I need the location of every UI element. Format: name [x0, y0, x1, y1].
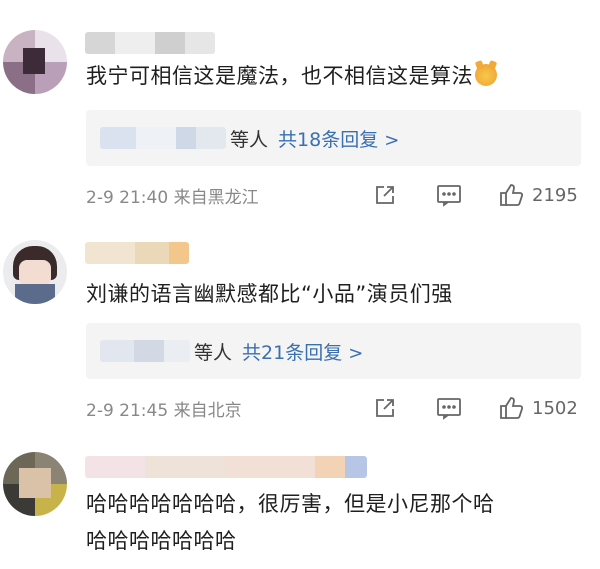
doge-emoji-icon [475, 64, 497, 86]
avatar[interactable] [3, 452, 67, 516]
comment-item: 哈哈哈哈哈哈哈，很厉害，但是小尼那个哈 哈哈哈哈哈哈哈 [0, 430, 600, 569]
username-blurred[interactable] [85, 32, 215, 54]
avatar[interactable] [3, 240, 67, 304]
comment-text: 我宁可相信这是魔法，也不相信这是算法 [86, 58, 497, 95]
chevron-right-icon: > [348, 342, 364, 364]
comment-button[interactable] [436, 183, 462, 207]
username-blurred[interactable] [85, 242, 189, 264]
comment-text: 哈哈哈哈哈哈哈，很厉害，但是小尼那个哈 哈哈哈哈哈哈哈 [86, 492, 495, 553]
view-replies-link[interactable]: 共18条回复 > [278, 125, 399, 152]
comment-icon [437, 398, 461, 420]
chevron-right-icon: > [384, 129, 400, 151]
like-count: 1502 [532, 397, 578, 419]
comment-text: 刘谦的语言幽默感都比“小品”演员们强 [86, 282, 453, 306]
comment-meta: 2-9 21:40 来自黑龙江 2195 [86, 180, 586, 210]
view-replies-link[interactable]: 共21条回复 > [242, 338, 363, 365]
like-button[interactable]: 2195 [498, 182, 578, 208]
repost-icon [376, 399, 394, 417]
repost-button[interactable] [373, 183, 397, 207]
comment-icon [437, 185, 461, 207]
timestamp-location: 2-9 21:40 来自黑龙江 [86, 187, 259, 208]
comment-meta: 2-9 21:45 来自北京 1502 [86, 393, 586, 423]
avatar[interactable] [3, 30, 67, 94]
thumbs-up-icon [500, 397, 524, 419]
repost-button[interactable] [373, 396, 397, 420]
thumbs-up-icon [500, 184, 524, 206]
comment-item: 刘谦的语言幽默感都比“小品”演员们强 等人 共21条回复 > 2-9 21:45 … [0, 215, 600, 430]
comment-item: 我宁可相信这是魔法，也不相信这是算法 等人 共18条回复 > 2-9 21:40 … [0, 0, 600, 215]
repost-icon [376, 186, 394, 204]
username-blurred[interactable] [85, 456, 367, 478]
comment-button[interactable] [436, 396, 462, 420]
like-button[interactable]: 1502 [498, 395, 578, 421]
reply-preview[interactable]: 等人 共18条回复 > [86, 110, 581, 166]
reply-users-blurred [100, 340, 190, 362]
timestamp-location: 2-9 21:45 来自北京 [86, 400, 242, 421]
like-count: 2195 [532, 184, 578, 206]
reply-users-suffix: 等人 [230, 128, 269, 151]
reply-preview[interactable]: 等人 共21条回复 > [86, 323, 581, 379]
reply-users-blurred [100, 127, 226, 149]
reply-users-suffix: 等人 [194, 341, 233, 364]
